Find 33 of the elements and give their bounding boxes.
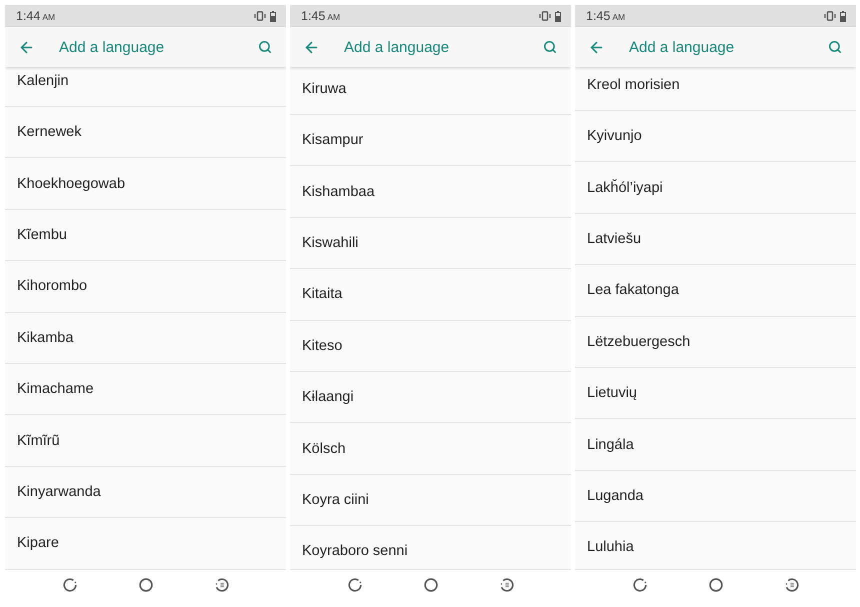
status-time: 1:45 — [301, 9, 326, 23]
status-time: 1:45 — [586, 9, 610, 23]
toolbar-title: Add a language — [344, 38, 450, 56]
circle-icon[interactable] — [708, 578, 722, 592]
lined-circle-icon[interactable] — [214, 578, 228, 592]
language-item[interactable]: Lëtzebuergesch — [575, 316, 856, 368]
lined-circle-icon[interactable] — [784, 578, 798, 592]
circle-icon[interactable] — [138, 578, 152, 592]
search-icon[interactable] — [828, 40, 842, 54]
toolbar-title: Add a language — [59, 38, 166, 56]
status-meridiem: AM — [42, 12, 56, 22]
toolbar-title: Add a language — [629, 38, 736, 56]
battery-icon — [270, 10, 276, 22]
open-circle-icon[interactable] — [632, 578, 646, 592]
language-item[interactable]: Koyra ciini — [290, 474, 571, 526]
search-icon[interactable] — [258, 40, 272, 54]
status-meridiem: AM — [327, 12, 340, 22]
open-circle-icon[interactable] — [62, 578, 76, 592]
open-circle-icon[interactable] — [348, 578, 362, 592]
language-item[interactable]: Luganda — [575, 470, 856, 522]
language-item[interactable]: Kinyarwanda — [5, 466, 286, 518]
status-meridiem: AM — [612, 12, 626, 22]
status-time: 1:44 — [16, 9, 40, 23]
lined-circle-icon[interactable] — [500, 578, 514, 592]
search-icon[interactable] — [543, 40, 557, 54]
vibrate-icon — [254, 11, 266, 21]
battery-icon — [555, 10, 561, 22]
circle-icon[interactable] — [424, 578, 438, 592]
battery-icon — [840, 10, 846, 22]
language-item[interactable]: Kiteso — [290, 320, 571, 372]
vibrate-icon — [539, 11, 551, 21]
vibrate-icon — [824, 11, 836, 21]
language-item[interactable]: Kikamba — [5, 312, 286, 364]
